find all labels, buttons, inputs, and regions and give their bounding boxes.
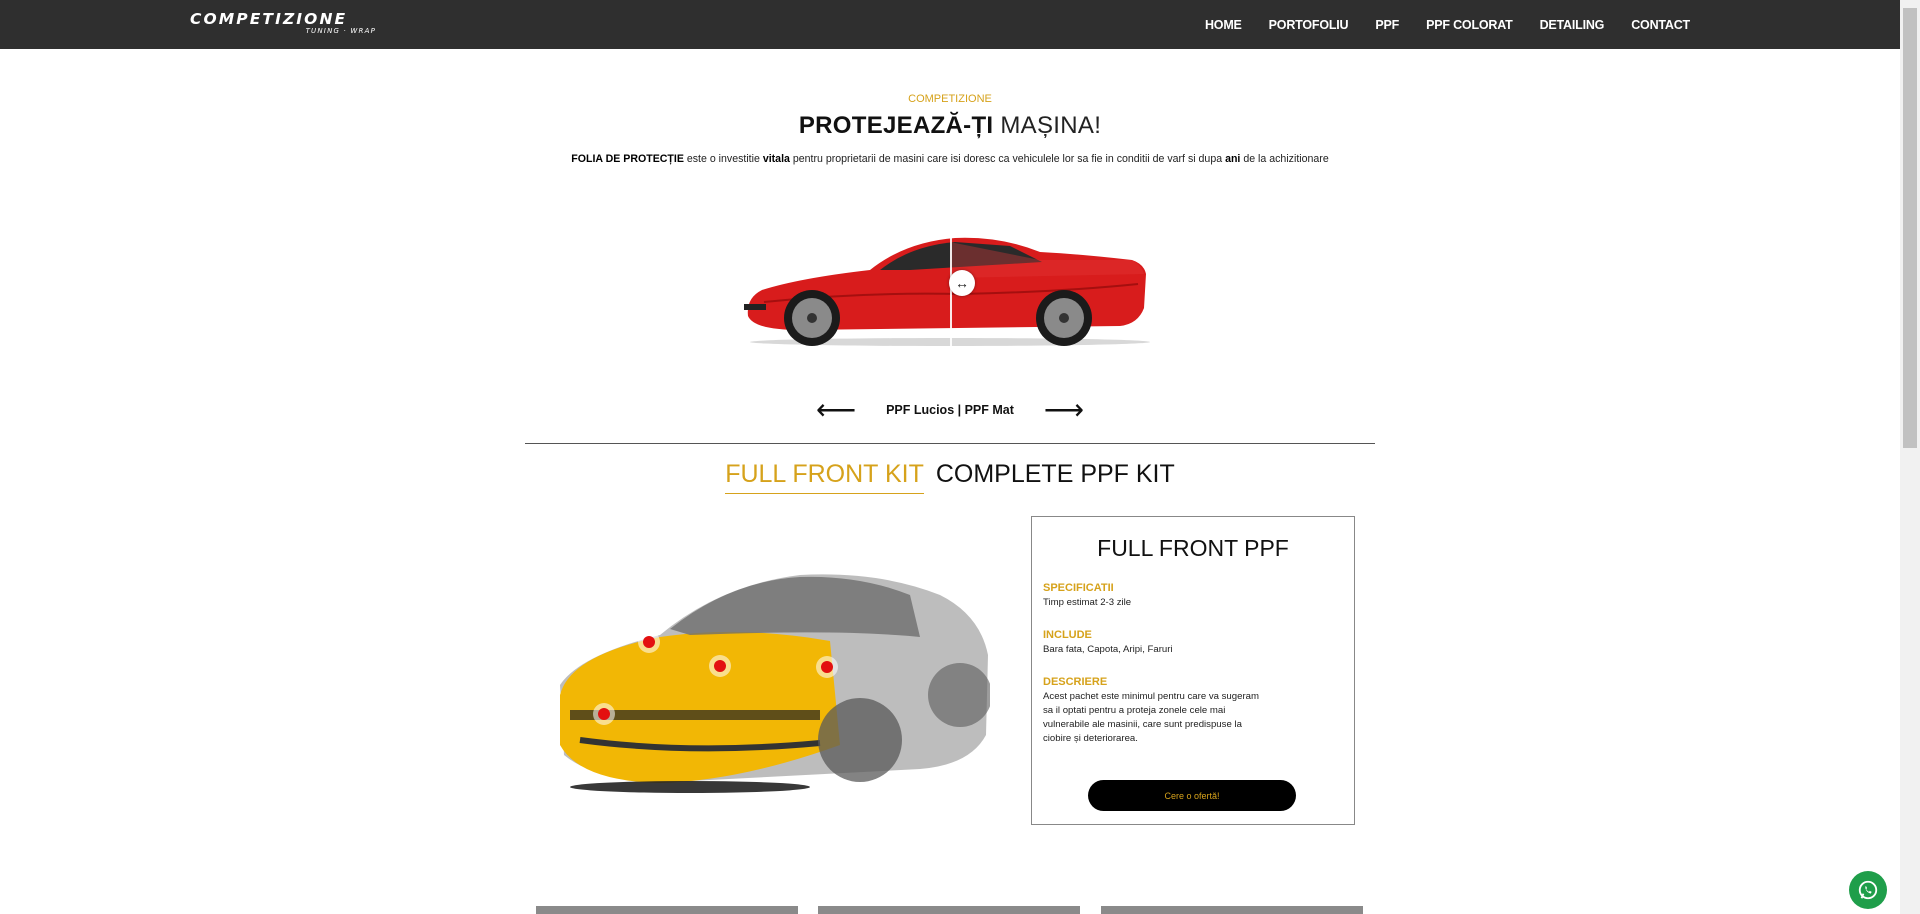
nav-home[interactable]: HOME [1205,18,1242,32]
spec-text: Timp estimat 2-3 zile [1043,597,1132,608]
arrow-right-icon[interactable]: ⟶ [1044,396,1084,424]
finish-label: PPF Lucios | PPF Mat [886,403,1014,417]
hero-title-bold: PROTEJEAZĂ-ȚI [798,112,994,139]
hotspot-dot [643,636,655,648]
section-divider [525,443,1375,444]
competizione-logo[interactable]: COMPETIZIONE TUNING · WRAP [190,10,378,38]
intro-bold-2: vitala [762,153,790,165]
request-offer-button[interactable]: Cere o ofertă! [1088,780,1296,811]
include-label: INCLUDE [1043,629,1092,641]
gallery-thumbnail[interactable] [818,906,1080,914]
tab-complete-ppf-kit[interactable]: COMPLETE PPF KIT [936,460,1175,494]
nav-detailing[interactable]: DETAILING [1540,18,1605,32]
intro-text-2: pentru proprietarii de masini care isi d… [789,153,1226,165]
intro-paragraph: FOLIA DE PROTECȚIE este o investitie vit… [0,153,1900,165]
gallery-thumbnail[interactable] [1101,906,1363,914]
description-label: DESCRIERE [1043,676,1108,688]
intro-bold-1: FOLIA DE PROTECȚIE [571,153,684,165]
finish-slider: ⟵ PPF Lucios | PPF Mat ⟶ [0,396,1900,424]
nav-contact[interactable]: CONTACT [1631,18,1690,32]
comparison-drag-handle-icon[interactable]: ↔ [949,270,975,296]
nav-portofoliu[interactable]: PORTOFOLIU [1269,18,1349,32]
intro-text-3: de la achizitionare [1240,153,1329,165]
full-front-kit-car-image [560,574,990,793]
hotspot-fender[interactable] [816,656,838,678]
page-scrollbar[interactable] [1900,0,1920,914]
main-menu: HOME PORTOFOLIU PPF PPF COLORAT DETAILIN… [1205,0,1690,49]
gallery-thumbnail[interactable] [536,906,798,914]
arrow-left-icon[interactable]: ⟵ [816,396,856,424]
nav-ppf-colorat[interactable]: PPF COLORAT [1426,18,1513,32]
hotspot-dot [821,661,833,673]
description-text: Acest pachet este minimul pentru care va… [1043,691,1259,744]
intro-bold-3: ani [1225,153,1241,165]
whatsapp-glyph [1858,880,1878,900]
hotspot-bumper[interactable] [593,703,615,725]
whatsapp-icon[interactable] [1849,871,1887,909]
kit-tabs: FULL FRONT KIT COMPLETE PPF KIT [0,460,1900,494]
scrollbar-thumb[interactable] [1903,8,1917,448]
spec-label: SPECIFICATII [1043,582,1114,594]
hotspot-hood[interactable] [638,631,660,653]
nav-ppf[interactable]: PPF [1375,18,1399,32]
hero-title-rest: MAȘINA! [993,112,1102,139]
kit-details-panel: FULL FRONT PPF SPECIFICATII Timp estimat… [1031,516,1355,825]
intro-text-1: este o investitie [683,153,763,165]
include-text: Bara fata, Capota, Aripi, Faruri [1043,644,1173,655]
hotspot-headlight[interactable] [709,655,731,677]
logo-subtitle: TUNING · WRAP [305,27,376,35]
section-eyebrow: COMPETIZIONE [908,93,992,105]
hotspot-dot [598,708,610,720]
logo-text: COMPETIZIONE [190,10,348,28]
hero-title: PROTEJEAZĂ-ȚI MAȘINA! [0,112,1900,140]
panel-title: FULL FRONT PPF [1097,535,1289,561]
tab-full-front-kit[interactable]: FULL FRONT KIT [725,460,924,494]
top-navigation-bar: COMPETIZIONE TUNING · WRAP HOME PORTOFOL… [0,0,1900,49]
hotspot-dot [714,660,726,672]
